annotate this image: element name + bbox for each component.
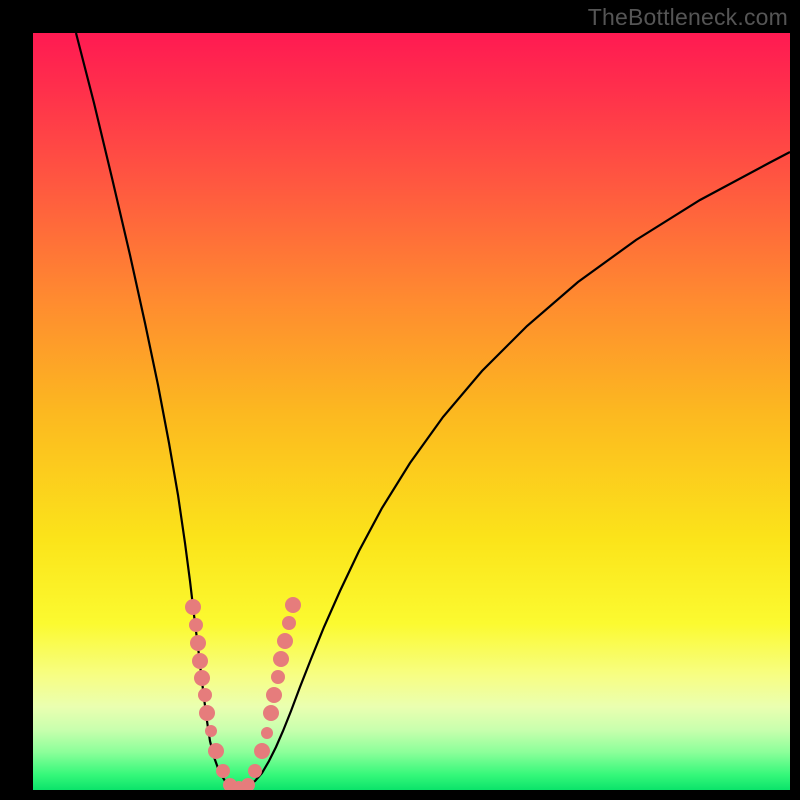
curve-right-branch [239,152,790,788]
watermark-text: TheBottleneck.com [588,4,788,31]
outer-frame: TheBottleneck.com [0,0,800,800]
bead-marker [285,597,301,613]
bead-marker [266,687,282,703]
bead-marker [273,651,289,667]
bead-marker [282,616,296,630]
bead-marker [263,705,279,721]
bead-marker [199,705,215,721]
bottleneck-curve [33,33,790,790]
bead-marker [185,599,201,615]
bead-marker [271,670,285,684]
bead-marker [254,743,270,759]
bead-marker [248,764,262,778]
bead-marker [216,764,230,778]
curve-left-branch [76,33,239,788]
bead-marker [190,635,206,651]
bead-marker [261,727,273,739]
bead-marker [192,653,208,669]
bead-marker [194,670,210,686]
bead-marker [198,688,212,702]
bead-marker [208,743,224,759]
bead-marker [189,618,203,632]
bead-marker [241,778,255,790]
bead-marker [277,633,293,649]
bead-markers [185,597,301,790]
bead-marker [205,725,217,737]
plot-area [33,33,790,790]
